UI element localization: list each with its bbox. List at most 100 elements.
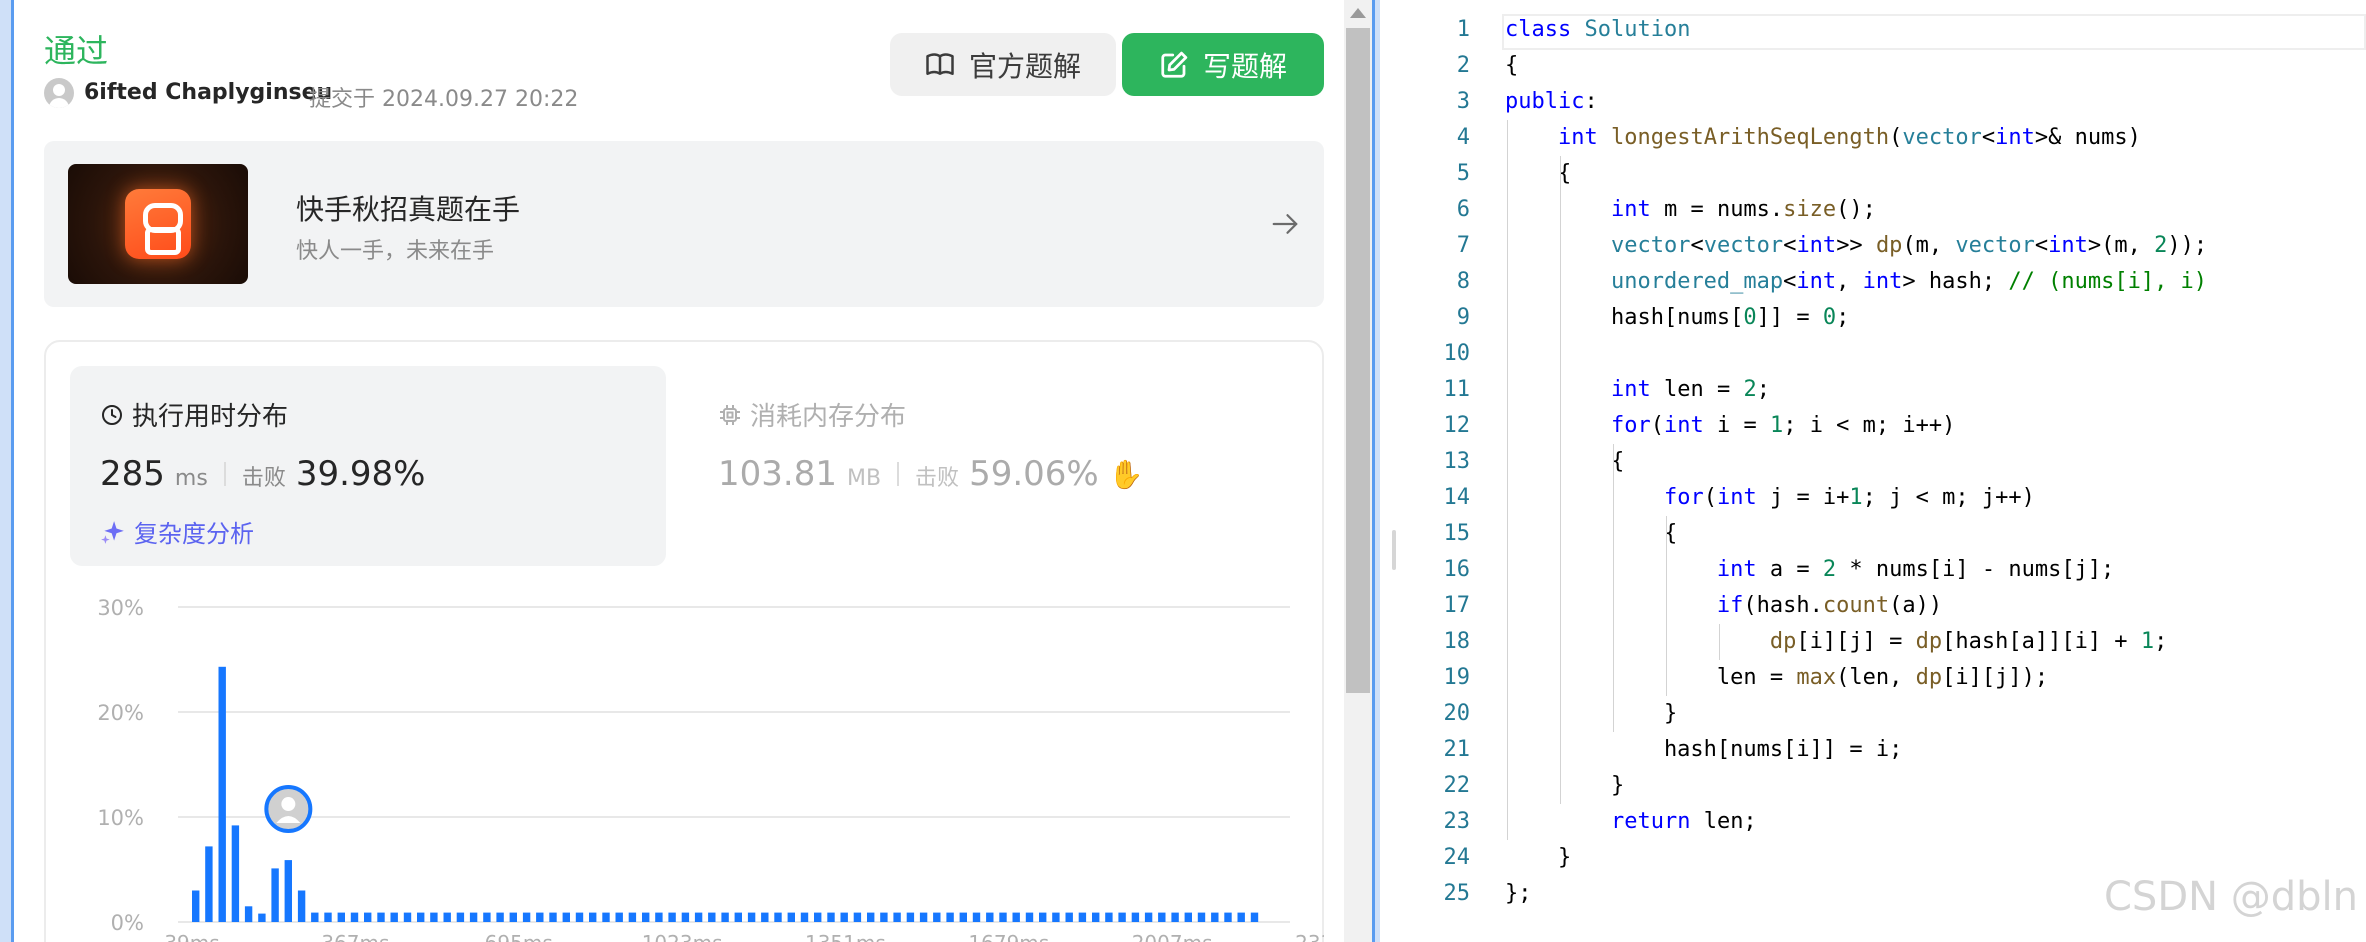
avatar[interactable] bbox=[44, 78, 74, 108]
histogram-bar[interactable] bbox=[999, 912, 1007, 922]
code-editor[interactable]: 1 class Solution 2 {3 public: 4 int longestAr… bbox=[1390, 0, 2366, 942]
histogram-bar[interactable] bbox=[972, 912, 981, 922]
histogram-bar[interactable] bbox=[814, 912, 822, 922]
histogram-bar[interactable] bbox=[827, 912, 835, 922]
code-line[interactable]: hash[nums[0]] = 0; bbox=[1505, 300, 1849, 336]
histogram-bar[interactable] bbox=[721, 912, 729, 922]
histogram-bar[interactable] bbox=[946, 912, 954, 922]
histogram-bar[interactable] bbox=[562, 912, 570, 922]
histogram-bar[interactable] bbox=[1184, 912, 1192, 922]
username[interactable]: 6ifted Chaplyginseu bbox=[84, 80, 332, 105]
complexity-analysis-link[interactable]: 复杂度分析 bbox=[100, 514, 254, 549]
histogram-bar[interactable] bbox=[231, 825, 240, 922]
histogram-bar[interactable] bbox=[205, 846, 213, 922]
histogram-bar[interactable] bbox=[549, 912, 557, 922]
histogram-bar[interactable] bbox=[430, 912, 438, 922]
histogram-bar[interactable] bbox=[761, 912, 769, 922]
memory-title[interactable]: 消耗内存分布 bbox=[718, 396, 906, 433]
histogram-bar[interactable] bbox=[1131, 912, 1140, 922]
histogram-bar[interactable] bbox=[589, 912, 597, 922]
histogram-bar[interactable] bbox=[1171, 912, 1179, 922]
code-line[interactable]: return len; bbox=[1505, 804, 1757, 840]
histogram-bar[interactable] bbox=[364, 912, 372, 922]
scrollbar-thumb[interactable] bbox=[1346, 28, 1370, 693]
histogram-bar[interactable] bbox=[893, 912, 901, 922]
histogram-bar[interactable] bbox=[774, 912, 782, 922]
histogram-bar[interactable] bbox=[681, 912, 690, 922]
histogram-bar[interactable] bbox=[787, 912, 795, 922]
histogram-bar[interactable] bbox=[509, 912, 517, 922]
code-line[interactable]: int len = 2; bbox=[1505, 372, 1770, 408]
official-solution-button[interactable]: 官方题解 bbox=[890, 33, 1116, 96]
histogram-bar[interactable] bbox=[284, 860, 292, 922]
histogram-bar[interactable] bbox=[919, 912, 928, 922]
histogram-bar[interactable] bbox=[324, 912, 332, 922]
code-line[interactable]: } bbox=[1505, 768, 1624, 804]
histogram-bar[interactable] bbox=[747, 912, 756, 922]
code-line[interactable]: int longestArithSeqLength(vector<int>& n… bbox=[1505, 120, 2141, 156]
histogram-bar[interactable] bbox=[1237, 912, 1245, 922]
histogram-bar[interactable] bbox=[337, 912, 345, 922]
histogram-bar[interactable] bbox=[708, 912, 716, 922]
histogram-bar[interactable] bbox=[986, 912, 994, 922]
code-line[interactable]: } bbox=[1505, 840, 1571, 876]
histogram-bar[interactable] bbox=[469, 912, 478, 922]
code-line[interactable]: } bbox=[1505, 696, 1677, 732]
histogram-bar[interactable] bbox=[906, 912, 915, 922]
histogram-bar[interactable] bbox=[880, 912, 888, 922]
histogram-bar[interactable] bbox=[1144, 912, 1153, 922]
histogram-bar[interactable] bbox=[536, 912, 544, 922]
code-line[interactable]: { bbox=[1505, 48, 1518, 84]
histogram-bar[interactable] bbox=[377, 912, 385, 922]
histogram-bar[interactable] bbox=[642, 912, 650, 922]
histogram-bar[interactable] bbox=[350, 912, 359, 922]
histogram-bar[interactable] bbox=[297, 890, 306, 923]
code-line[interactable]: int a = 2 * nums[i] - nums[j]; bbox=[1505, 552, 2114, 588]
histogram-bar[interactable] bbox=[271, 868, 279, 922]
histogram-bar[interactable] bbox=[1052, 912, 1060, 922]
histogram-bar[interactable] bbox=[1025, 912, 1034, 922]
histogram-bar[interactable] bbox=[403, 912, 412, 922]
histogram-bar[interactable] bbox=[800, 912, 809, 922]
code-line[interactable]: class Solution bbox=[1505, 12, 1690, 48]
arrow-right-icon[interactable] bbox=[1270, 209, 1300, 239]
histogram-bar[interactable] bbox=[668, 912, 676, 922]
histogram-bar[interactable] bbox=[615, 912, 623, 922]
promo-banner[interactable]: 快手秋招真题在手 快人一手，未来在手 bbox=[44, 141, 1324, 307]
histogram-bar[interactable] bbox=[933, 912, 941, 922]
user-avatar-marker[interactable] bbox=[264, 785, 313, 834]
histogram-bar[interactable] bbox=[1224, 912, 1232, 922]
histogram-bar[interactable] bbox=[959, 912, 967, 922]
runtime-distribution-chart[interactable]: 0% 10% 20% 30% 39ms 367ms 695ms 1023ms 1351ms 167… bbox=[44, 580, 1324, 942]
histogram-bar[interactable] bbox=[522, 912, 531, 922]
histogram-bar[interactable] bbox=[1092, 912, 1100, 922]
code-line[interactable]: for(int j = i+1; j < m; j++) bbox=[1505, 480, 2035, 516]
code-line[interactable]: unordered_map<int, int> hash; // (nums[i… bbox=[1505, 264, 2207, 300]
panel-divider[interactable] bbox=[1372, 0, 1380, 942]
histogram-bar[interactable] bbox=[853, 912, 862, 922]
histogram-bar[interactable] bbox=[602, 912, 610, 922]
histogram-bar[interactable] bbox=[1211, 912, 1219, 922]
histogram-bar[interactable] bbox=[734, 912, 742, 922]
histogram-bar[interactable] bbox=[1065, 912, 1073, 922]
histogram-bar[interactable] bbox=[1158, 912, 1166, 922]
histogram-bar[interactable] bbox=[628, 912, 637, 922]
code-line[interactable]: { bbox=[1505, 156, 1571, 192]
code-line[interactable]: dp[i][j] = dp[hash[a]][i] + 1; bbox=[1505, 624, 2167, 660]
histogram-bar[interactable] bbox=[1012, 912, 1020, 922]
histogram-bar[interactable] bbox=[1078, 912, 1087, 922]
histogram-bar[interactable] bbox=[417, 912, 425, 922]
histogram-bar[interactable] bbox=[218, 666, 226, 922]
histogram-bar[interactable] bbox=[694, 912, 703, 922]
histogram-bar[interactable] bbox=[1250, 912, 1259, 922]
histogram-bar[interactable] bbox=[443, 912, 451, 922]
code-line[interactable]: for(int i = 1; i < m; i++) bbox=[1505, 408, 1955, 444]
code-line[interactable]: public: bbox=[1505, 84, 1598, 120]
code-line[interactable]: vector<vector<int>> dp(m, vector<int>(m,… bbox=[1505, 228, 2207, 264]
code-line[interactable]: { bbox=[1505, 516, 1677, 552]
histogram-bar[interactable] bbox=[1105, 912, 1113, 922]
histogram-bar[interactable] bbox=[1118, 912, 1126, 922]
histogram-bar[interactable] bbox=[1039, 912, 1047, 922]
histogram-bar[interactable] bbox=[867, 912, 875, 922]
histogram-bar[interactable] bbox=[483, 912, 491, 922]
